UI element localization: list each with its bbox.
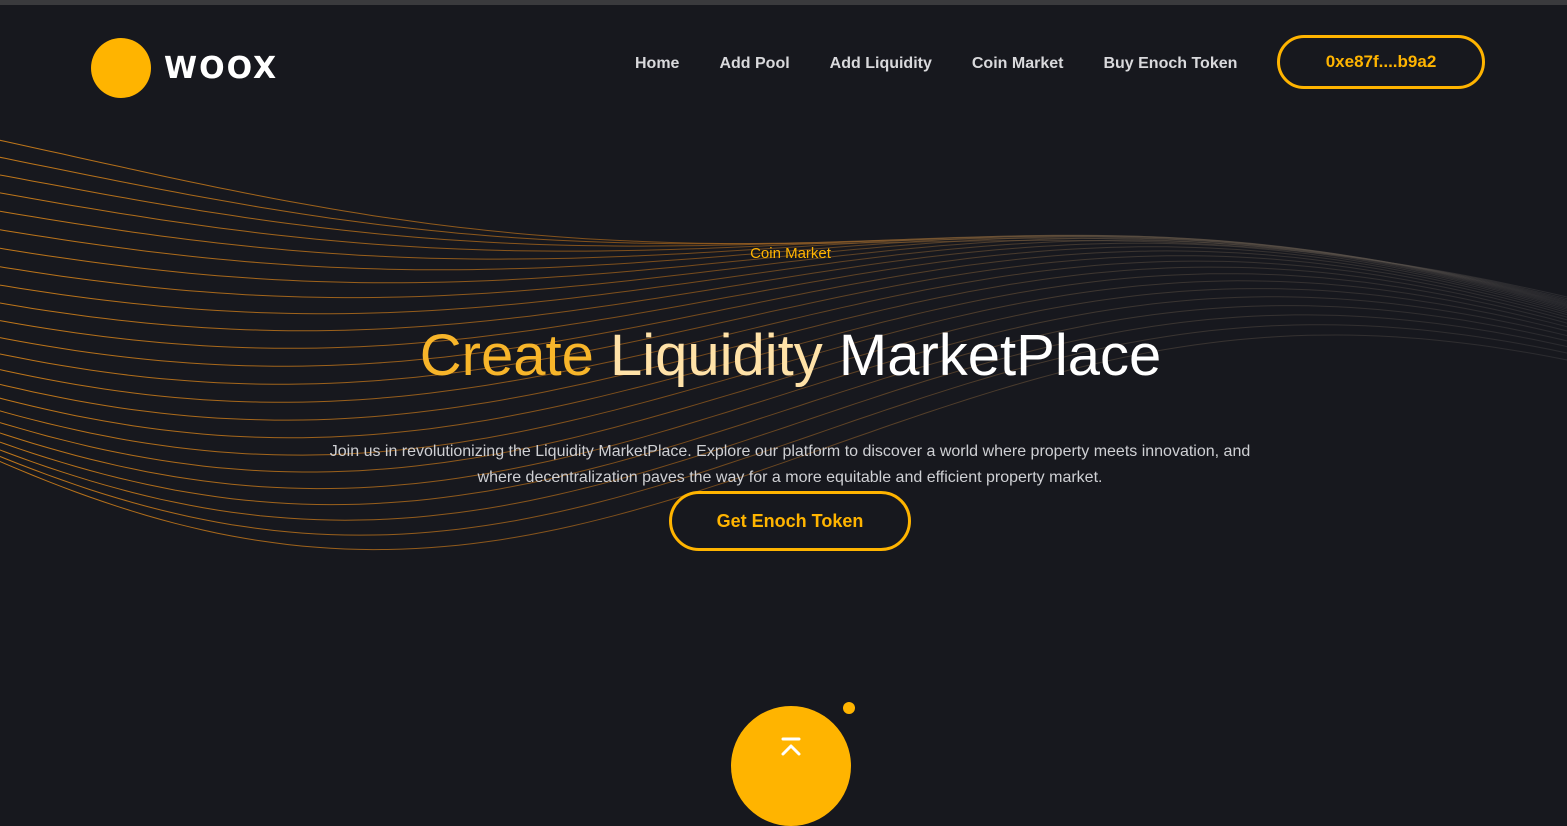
hero-title-word-3: MarketPlace [838, 323, 1162, 388]
hero-kicker: Coin Market [750, 245, 831, 262]
hero-title: Create Liquidity MarketPlace [0, 322, 1567, 389]
hero-title-word-1: Create [419, 323, 594, 388]
get-enoch-token-button[interactable]: Get Enoch Token [669, 491, 911, 551]
nav-buy-enoch-token[interactable]: Buy Enoch Token [1103, 55, 1237, 73]
hero-title-word-2: Liquidity [609, 323, 823, 388]
hero-description: Join us in revolutionizing the Liquidity… [320, 439, 1260, 491]
mesh-line [0, 156, 1567, 300]
hero-description-line-1: Join us in revolutionizing the Liquidity… [329, 443, 1251, 460]
nav-add-pool[interactable]: Add Pool [719, 55, 789, 73]
nav-add-liquidity[interactable]: Add Liquidity [830, 55, 932, 73]
scroll-to-top-button[interactable] [731, 706, 851, 826]
wallet-address-button[interactable]: 0xe87f....b9a2 [1277, 35, 1485, 89]
hero-description-line-2: where decentralization paves the way for… [477, 469, 1103, 486]
logo-text: WOOX [164, 50, 279, 86]
logo[interactable]: WOOX [91, 38, 278, 98]
site-header: WOOX Home Add Pool Add Liquidity Coin Ma… [0, 5, 1567, 117]
mesh-line [0, 139, 1567, 298]
scroll-indicator-dot [843, 702, 855, 714]
nav-coin-market[interactable]: Coin Market [972, 55, 1064, 73]
main-nav: Home Add Pool Add Liquidity Coin Market … [635, 55, 1237, 73]
logo-mark [91, 38, 151, 98]
chevron-up-icon [781, 737, 801, 756]
mesh-line [0, 229, 1567, 305]
nav-home[interactable]: Home [635, 55, 679, 73]
